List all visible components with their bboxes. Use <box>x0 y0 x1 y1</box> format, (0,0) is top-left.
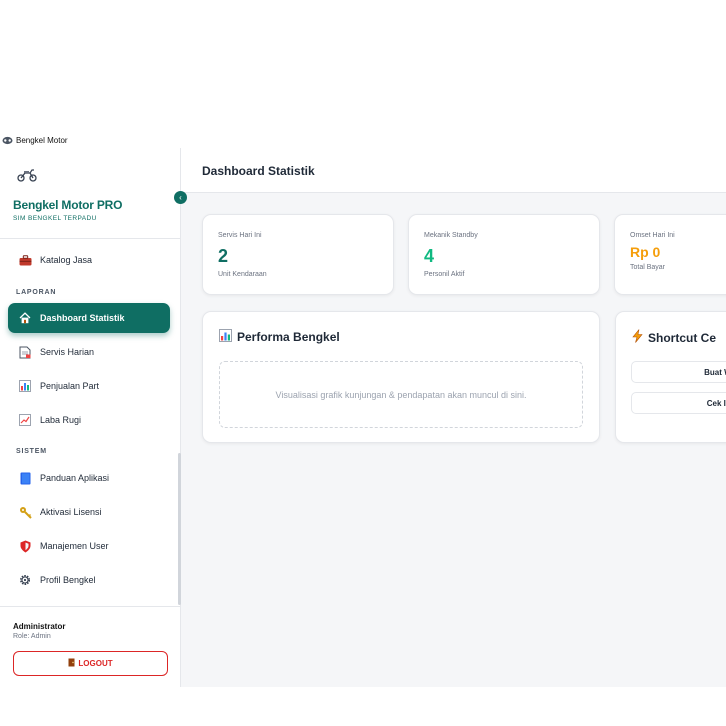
shortcut-buat-wo-button[interactable]: Buat WO <box>631 361 726 383</box>
performance-panel: Performa Bengkel Visualisasi grafik kunj… <box>202 311 600 443</box>
sidebar-item-dashboard-statistik[interactable]: Dashboard Statistik <box>8 303 170 333</box>
sidebar-item-label: Aktivasi Lisensi <box>40 507 102 517</box>
sidebar-item-penjualan-part[interactable]: Penjualan Part <box>8 371 170 401</box>
stat-label: Servis Hari Ini <box>218 232 262 239</box>
door-icon <box>68 658 75 669</box>
sidebar-item-panduan-aplikasi[interactable]: Panduan Aplikasi <box>8 463 170 493</box>
bar-chart-icon <box>219 329 232 345</box>
panel-title: Shortcut Ce <box>632 329 716 346</box>
logout-button[interactable]: LOGOUT <box>13 651 168 676</box>
sidebar-item-label: Servis Harian <box>40 347 95 357</box>
line-chart-icon <box>18 413 32 427</box>
main-content: Dashboard Statistik Servis Hari Ini 2 Un… <box>181 148 726 687</box>
brand-subtitle: SIM BENGKEL TERPADU <box>13 215 97 222</box>
stat-value: 2 <box>218 246 229 266</box>
chevron-left-icon: ‹ <box>179 193 182 202</box>
shortcut-cek-inv-button[interactable]: Cek Inv <box>631 392 726 414</box>
panel-title-text: Shortcut Ce <box>648 330 717 345</box>
chart-placeholder: Visualisasi grafik kunjungan & pendapata… <box>219 361 583 428</box>
stat-value: Rp 0 <box>630 244 661 260</box>
document-icon <box>18 345 32 359</box>
user-role: Role: Admin <box>13 633 51 640</box>
sidebar-collapse-button[interactable]: ‹ <box>174 191 187 204</box>
user-name: Administrator <box>13 622 66 631</box>
house-icon <box>18 311 32 325</box>
stat-sub: Total Bayar <box>630 264 666 271</box>
sidebar-item-label: Laba Rugi <box>40 415 82 425</box>
sidebar: Bengkel Motor PRO SIM BENGKEL TERPADU Ka… <box>0 148 181 687</box>
motorcycle-logo-icon <box>16 168 38 182</box>
divider <box>0 238 180 239</box>
sidebar-item-label: Penjualan Part <box>40 381 100 391</box>
shield-icon <box>18 539 32 553</box>
sidebar-item-label: Manajemen User <box>40 541 109 551</box>
shortcut-panel: Shortcut Ce Buat WO Cek Inv <box>615 311 726 443</box>
logout-label: LOGOUT <box>78 659 113 668</box>
sidebar-item-label: Katalog Jasa <box>40 255 93 265</box>
sidebar-item-katalog-jasa[interactable]: Katalog Jasa <box>8 245 170 275</box>
sidebar-item-aktivasi-lisensi[interactable]: Aktivasi Lisensi <box>8 497 170 527</box>
sidebar-item-profil-bengkel[interactable]: Profil Bengkel <box>8 565 170 595</box>
sidebar-item-manajemen-user[interactable]: Manajemen User <box>8 531 170 561</box>
stat-sub: Unit Kendaraan <box>218 271 267 278</box>
topbar: Dashboard Statistik <box>181 148 726 193</box>
stat-card-mekanik: Mekanik Standby 4 Personil Aktif <box>408 214 600 295</box>
window-titlebar: Bengkel Motor <box>0 133 726 148</box>
sidebar-item-servis-harian[interactable]: Servis Harian <box>8 337 170 367</box>
stat-card-omset: Omset Hari Ini Rp 0 Total Bayar <box>614 214 726 295</box>
bar-chart-icon <box>18 379 32 393</box>
sidebar-item-label: Panduan Aplikasi <box>40 473 110 483</box>
stat-value: 4 <box>424 246 435 266</box>
brand-title: Bengkel Motor PRO <box>13 198 123 212</box>
sidebar-item-laba-rugi[interactable]: Laba Rugi <box>8 405 170 435</box>
stat-card-servis: Servis Hari Ini 2 Unit Kendaraan <box>202 214 394 295</box>
app-icon <box>1 136 13 146</box>
divider <box>0 606 180 607</box>
sidebar-item-label: Profil Bengkel <box>40 575 96 585</box>
stat-label: Omset Hari Ini <box>630 232 675 239</box>
sidebar-item-label: Dashboard Statistik <box>40 313 125 323</box>
key-icon <box>18 505 32 519</box>
gear-icon <box>18 573 32 587</box>
lightning-icon <box>632 329 643 346</box>
panel-title: Performa Bengkel <box>219 329 340 345</box>
toolbox-icon <box>18 253 32 267</box>
stat-sub: Personil Aktif <box>424 271 465 278</box>
window-title: Bengkel Motor <box>16 136 68 145</box>
section-laporan: LAPORAN <box>16 289 57 296</box>
page-title: Dashboard Statistik <box>202 164 315 178</box>
panel-title-text: Performa Bengkel <box>237 330 340 344</box>
stat-label: Mekanik Standby <box>424 232 478 239</box>
book-icon <box>18 471 32 485</box>
section-sistem: SISTEM <box>16 448 47 455</box>
